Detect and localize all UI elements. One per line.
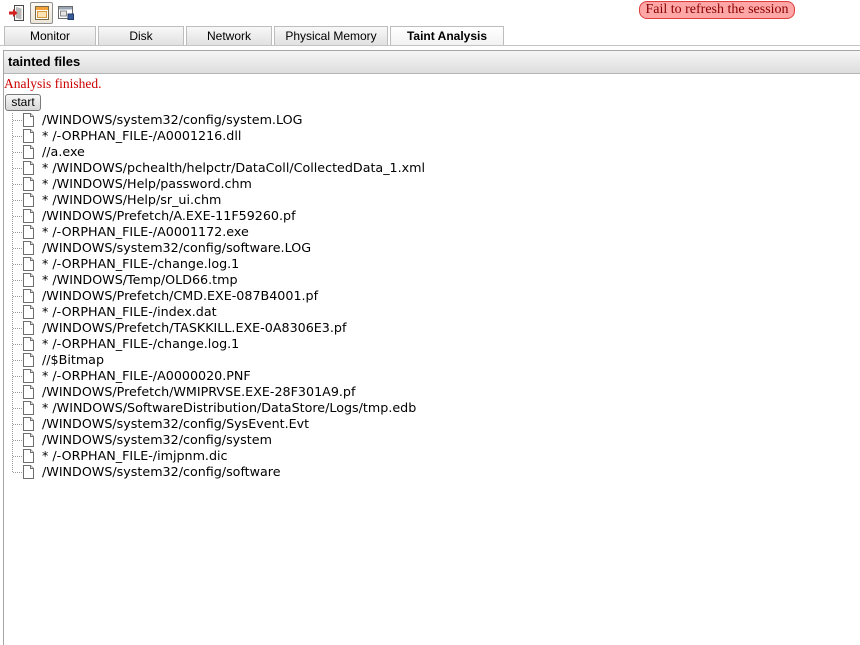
exit-icon [9, 5, 24, 21]
tainted-file-path: * /WINDOWS/Help/password.chm [42, 176, 252, 191]
tainted-file-item[interactable]: * /-ORPHAN_FILE-/A0000020.PNF [4, 368, 844, 384]
file-icon [23, 465, 34, 479]
file-icon [23, 225, 34, 239]
tainted-file-path: * /-ORPHAN_FILE-/A0001216.dll [42, 128, 242, 143]
exit-button[interactable] [7, 3, 27, 23]
tab-network[interactable]: Network [186, 26, 272, 45]
file-icon [23, 417, 34, 431]
file-icon [23, 321, 34, 335]
tainted-file-path: * /-ORPHAN_FILE-/A0000020.PNF [42, 368, 251, 383]
tab-label: Physical Memory [285, 29, 377, 43]
tainted-file-item[interactable]: * /WINDOWS/Help/password.chm [4, 176, 844, 192]
tainted-file-item[interactable]: /WINDOWS/Prefetch/A.EXE-11F59260.pf [4, 208, 844, 224]
file-icon [23, 113, 34, 127]
file-icon [23, 289, 34, 303]
tainted-file-path: * /WINDOWS/SoftwareDistribution/DataStor… [42, 400, 417, 415]
file-icon [23, 369, 34, 383]
tab-label: Network [206, 29, 251, 43]
tainted-file-path: /WINDOWS/system32/config/system.LOG [42, 112, 303, 127]
tainted-file-item[interactable]: * /-ORPHAN_FILE-/imjpnm.dic [4, 448, 844, 464]
tab-taint-analysis[interactable]: Taint Analysis [390, 26, 504, 45]
tainted-file-path: /WINDOWS/Prefetch/TASKKILL.EXE-0A8306E3.… [42, 320, 347, 335]
tainted-file-item[interactable]: /WINDOWS/Prefetch/TASKKILL.EXE-0A8306E3.… [4, 320, 844, 336]
file-icon [23, 273, 34, 287]
tab-monitor[interactable]: Monitor [4, 26, 96, 45]
tainted-file-item[interactable]: * /WINDOWS/Temp/OLD66.tmp [4, 272, 844, 288]
tab-label: Disk [129, 29, 153, 43]
tainted-file-item[interactable]: * /WINDOWS/pchealth/helpctr/DataColl/Col… [4, 160, 844, 176]
file-icon [23, 353, 34, 367]
file-icon [23, 257, 34, 271]
tainted-file-path: * /WINDOWS/Help/sr_ui.chm [42, 192, 222, 207]
file-icon [23, 337, 34, 351]
tainted-file-item[interactable]: * /-ORPHAN_FILE-/change.log.1 [4, 336, 844, 352]
tainted-file-item[interactable]: * /-ORPHAN_FILE-/A0001172.exe [4, 224, 844, 240]
tainted-files-panel: tainted files Analysis finished. start /… [3, 50, 860, 645]
tab-label: Taint Analysis [406, 29, 488, 43]
tainted-file-item[interactable]: //a.exe [4, 144, 844, 160]
tainted-file-path: /WINDOWS/Prefetch/WMIPRVSE.EXE-28F301A9.… [42, 384, 356, 399]
tainted-file-item[interactable]: //$Bitmap [4, 352, 844, 368]
tainted-file-path: /WINDOWS/Prefetch/CMD.EXE-087B4001.pf [42, 288, 319, 303]
file-icon [23, 401, 34, 415]
tainted-file-path: /WINDOWS/Prefetch/A.EXE-11F59260.pf [42, 208, 296, 223]
tainted-file-path: * /-ORPHAN_FILE-/imjpnm.dic [42, 448, 228, 463]
tainted-file-item[interactable]: * /WINDOWS/SoftwareDistribution/DataStor… [4, 400, 844, 416]
tainted-file-item[interactable]: /WINDOWS/system32/config/software.LOG [4, 240, 844, 256]
file-icon [23, 177, 34, 191]
file-icon [23, 209, 34, 223]
tainted-files-tree: /WINDOWS/system32/config/system.LOG * /-… [4, 112, 844, 480]
panel-title: tainted files [4, 51, 860, 74]
window-icon [34, 6, 49, 20]
tainted-file-item[interactable]: /WINDOWS/Prefetch/CMD.EXE-087B4001.pf [4, 288, 844, 304]
tainted-file-path: /WINDOWS/system32/config/software.LOG [42, 240, 312, 255]
tainted-file-path: //$Bitmap [42, 352, 105, 367]
tainted-file-item[interactable]: * /-ORPHAN_FILE-/change.log.1 [4, 256, 844, 272]
file-icon [23, 385, 34, 399]
file-icon [23, 161, 34, 175]
file-icon [23, 241, 34, 255]
tab-physical-memory[interactable]: Physical Memory [274, 26, 388, 45]
tainted-file-item[interactable]: * /-ORPHAN_FILE-/A0001216.dll [4, 128, 844, 144]
tainted-file-path: /WINDOWS/system32/config/software [42, 464, 281, 479]
window-button[interactable] [30, 2, 53, 24]
tainted-file-item[interactable]: * /WINDOWS/Help/sr_ui.chm [4, 192, 844, 208]
tainted-file-item[interactable]: * /-ORPHAN_FILE-/index.dat [4, 304, 844, 320]
tainted-file-path: * /-ORPHAN_FILE-/A0001172.exe [42, 224, 249, 239]
file-icon [23, 129, 34, 143]
tainted-file-item[interactable]: /WINDOWS/system32/config/system [4, 432, 844, 448]
tainted-file-path: * /-ORPHAN_FILE-/change.log.1 [42, 336, 240, 351]
tainted-file-path: * /WINDOWS/pchealth/helpctr/DataColl/Col… [42, 160, 426, 175]
file-icon [23, 305, 34, 319]
tab-disk[interactable]: Disk [98, 26, 184, 45]
window-properties-icon [58, 6, 74, 20]
file-icon [23, 193, 34, 207]
tainted-file-path: /WINDOWS/system32/config/SysEvent.Evt [42, 416, 310, 431]
tainted-file-item[interactable]: /WINDOWS/system32/config/system.LOG [4, 112, 844, 128]
tab-label: Monitor [29, 29, 70, 43]
tainted-file-path: //a.exe [42, 144, 85, 159]
tainted-file-item[interactable]: /WINDOWS/system32/config/software [4, 464, 844, 480]
tainted-file-path: * /-ORPHAN_FILE-/index.dat [42, 304, 217, 319]
file-icon [23, 145, 34, 159]
analysis-status: Analysis finished. [4, 76, 102, 91]
file-icon [23, 433, 34, 447]
tainted-file-item[interactable]: /WINDOWS/Prefetch/WMIPRVSE.EXE-28F301A9.… [4, 384, 844, 400]
start-button[interactable]: start [5, 94, 41, 111]
window-properties-button[interactable] [56, 3, 76, 23]
session-error-badge: Fail to refresh the session [639, 1, 795, 19]
tainted-file-path: * /-ORPHAN_FILE-/change.log.1 [42, 256, 240, 271]
file-icon [23, 449, 34, 463]
tainted-file-path: * /WINDOWS/Temp/OLD66.tmp [42, 272, 238, 287]
tainted-file-path: /WINDOWS/system32/config/system [42, 432, 272, 447]
tainted-file-item[interactable]: /WINDOWS/system32/config/SysEvent.Evt [4, 416, 844, 432]
tab-divider [0, 45, 860, 46]
